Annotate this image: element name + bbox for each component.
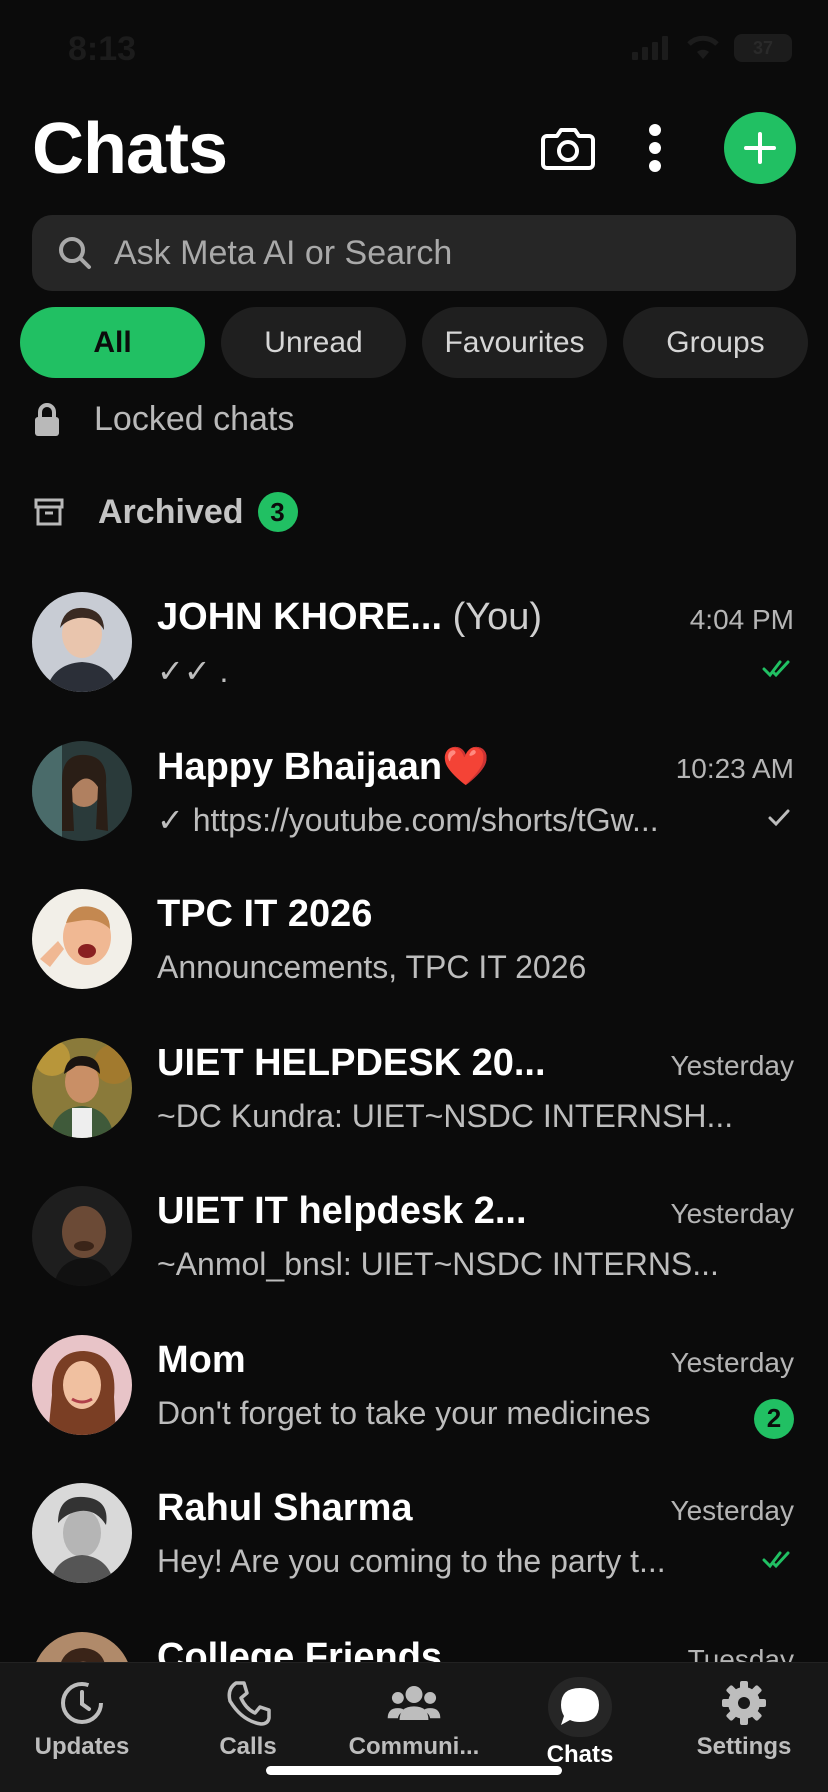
- new-chat-button[interactable]: [724, 112, 796, 184]
- status-icons: 37: [632, 34, 792, 62]
- double-check-icon: [762, 1551, 790, 1569]
- battery-icon: 37: [734, 34, 792, 62]
- heart-emoji: ❤️: [442, 745, 490, 788]
- search-bar[interactable]: Ask Meta AI or Search: [32, 215, 796, 291]
- more-options-button[interactable]: [640, 118, 670, 178]
- chat-row[interactable]: Rahul Sharma Yesterday Hey! Are you comi…: [0, 1471, 828, 1620]
- archived-row[interactable]: Archived 3: [34, 492, 298, 532]
- avatar: [32, 1037, 132, 1138]
- locked-chats-label: Locked chats: [94, 400, 295, 438]
- nav-communities-label: Communi...: [348, 1733, 480, 1760]
- status-bar: 8:13 37: [0, 0, 828, 100]
- chat-row[interactable]: UIET IT helpdesk 2... Yesterday ~Anmol_b…: [0, 1174, 828, 1323]
- chat-preview: Announcements, TPC IT 2026: [157, 949, 587, 985]
- status-time: 8:13: [68, 30, 137, 68]
- chat-time: Yesterday: [670, 1049, 795, 1081]
- chat-time: 4:04 PM: [689, 604, 794, 635]
- avatar: [32, 1334, 132, 1435]
- nav-chats[interactable]: Chats: [500, 1677, 660, 1769]
- plus-icon: [744, 132, 776, 164]
- nav-chats-label: Chats: [546, 1741, 614, 1768]
- chat-row[interactable]: Mom Yesterday Don't forget to take your …: [0, 1323, 828, 1472]
- gear-icon: [716, 1677, 772, 1729]
- chat-preview: Don't forget to take your medicines: [157, 1394, 651, 1431]
- communities-icon: [386, 1677, 442, 1729]
- chat-time: Yesterday: [670, 1495, 795, 1526]
- chat-bubble-icon: [548, 1677, 612, 1737]
- avatar: [32, 889, 132, 989]
- nav-calls-label: Calls: [219, 1733, 277, 1760]
- nav-communities[interactable]: Communi...: [334, 1677, 494, 1761]
- chat-time: Yesterday: [670, 1198, 795, 1229]
- chat-time: Yesterday: [670, 1346, 795, 1378]
- chat-name: UIET HELPDESK 20...: [157, 1041, 546, 1084]
- avatar: [32, 740, 132, 841]
- phone-icon: [220, 1677, 276, 1729]
- updates-icon: [54, 1677, 110, 1729]
- chat-preview: ~Anmol_bnsl: UIET~NSDC INTERNS...: [157, 1246, 719, 1282]
- chat-preview: Hey! Are you coming to the party t...: [157, 1543, 666, 1579]
- chat-name: Rahul Sharma: [157, 1487, 413, 1529]
- unread-count-badge: 2: [754, 1398, 794, 1439]
- avatar: [32, 592, 132, 692]
- page-title: Chats: [32, 109, 228, 189]
- chat-name-text: JOHN KHORE...: [157, 596, 443, 638]
- locked-chats-row[interactable]: Locked chats: [34, 400, 294, 439]
- search-input[interactable]: Ask Meta AI or Search: [114, 234, 452, 273]
- camera-icon: [541, 128, 595, 170]
- chat-row[interactable]: Happy Bhaijaan❤️ 10:23 AM ✓ https://yout…: [0, 729, 828, 878]
- chat-name: TPC IT 2026: [157, 893, 373, 935]
- wifi-icon: [687, 35, 719, 59]
- nav-updates-label: Updates: [34, 1733, 130, 1760]
- home-indicator: [266, 1766, 562, 1775]
- chat-row[interactable]: TPC IT 2026 Announcements, TPC IT 2026: [0, 877, 828, 1026]
- nav-calls[interactable]: Calls: [168, 1677, 328, 1761]
- chat-preview: ✓✓ .: [157, 653, 229, 689]
- single-check-icon: [768, 809, 790, 826]
- archived-label: Archived: [98, 492, 244, 531]
- filter-favourites[interactable]: Favourites: [422, 307, 607, 378]
- chat-list: JOHN KHORE... (You) 4:04 PM ✓✓ . Happy B…: [0, 580, 828, 1768]
- chat-name: Mom: [157, 1338, 246, 1381]
- avatar: [32, 1483, 132, 1583]
- chat-time: 10:23 AM: [675, 752, 794, 784]
- search-icon: [59, 237, 91, 269]
- chat-name-text: Happy Bhaijaan: [157, 745, 443, 788]
- nav-settings[interactable]: Settings: [664, 1677, 824, 1761]
- chat-name: UIET IT helpdesk 2...: [157, 1190, 527, 1232]
- header-actions: [538, 112, 796, 184]
- nav-settings-label: Settings: [696, 1733, 792, 1760]
- filter-all[interactable]: All: [20, 307, 205, 378]
- archive-icon: [34, 498, 64, 526]
- chat-name: Happy Bhaijaan❤️: [157, 745, 489, 789]
- battery-level: 37: [752, 37, 774, 58]
- lock-icon: [35, 402, 59, 436]
- chat-preview: ~DC Kundra: UIET~NSDC INTERNSH...: [157, 1097, 734, 1134]
- you-label: (You): [452, 596, 543, 638]
- signal-icon: [632, 36, 668, 60]
- filter-chips: All Unread Favourites Groups: [20, 307, 808, 378]
- filter-unread[interactable]: Unread: [221, 307, 406, 378]
- nav-updates[interactable]: Updates: [2, 1677, 162, 1761]
- more-vertical-icon: [649, 124, 661, 172]
- avatar: [32, 1186, 132, 1286]
- chat-row[interactable]: UIET HELPDESK 20... Yesterday ~DC Kundra…: [0, 1026, 828, 1175]
- double-check-icon: [762, 660, 790, 678]
- chat-preview: ✓ https://youtube.com/shorts/tGw...: [157, 801, 659, 838]
- archived-count-badge: 3: [257, 492, 298, 532]
- chat-name: JOHN KHORE... (You): [157, 596, 542, 639]
- filter-groups[interactable]: Groups: [623, 307, 808, 378]
- camera-button[interactable]: [538, 118, 598, 178]
- chat-row[interactable]: JOHN KHORE... (You) 4:04 PM ✓✓ .: [0, 580, 828, 729]
